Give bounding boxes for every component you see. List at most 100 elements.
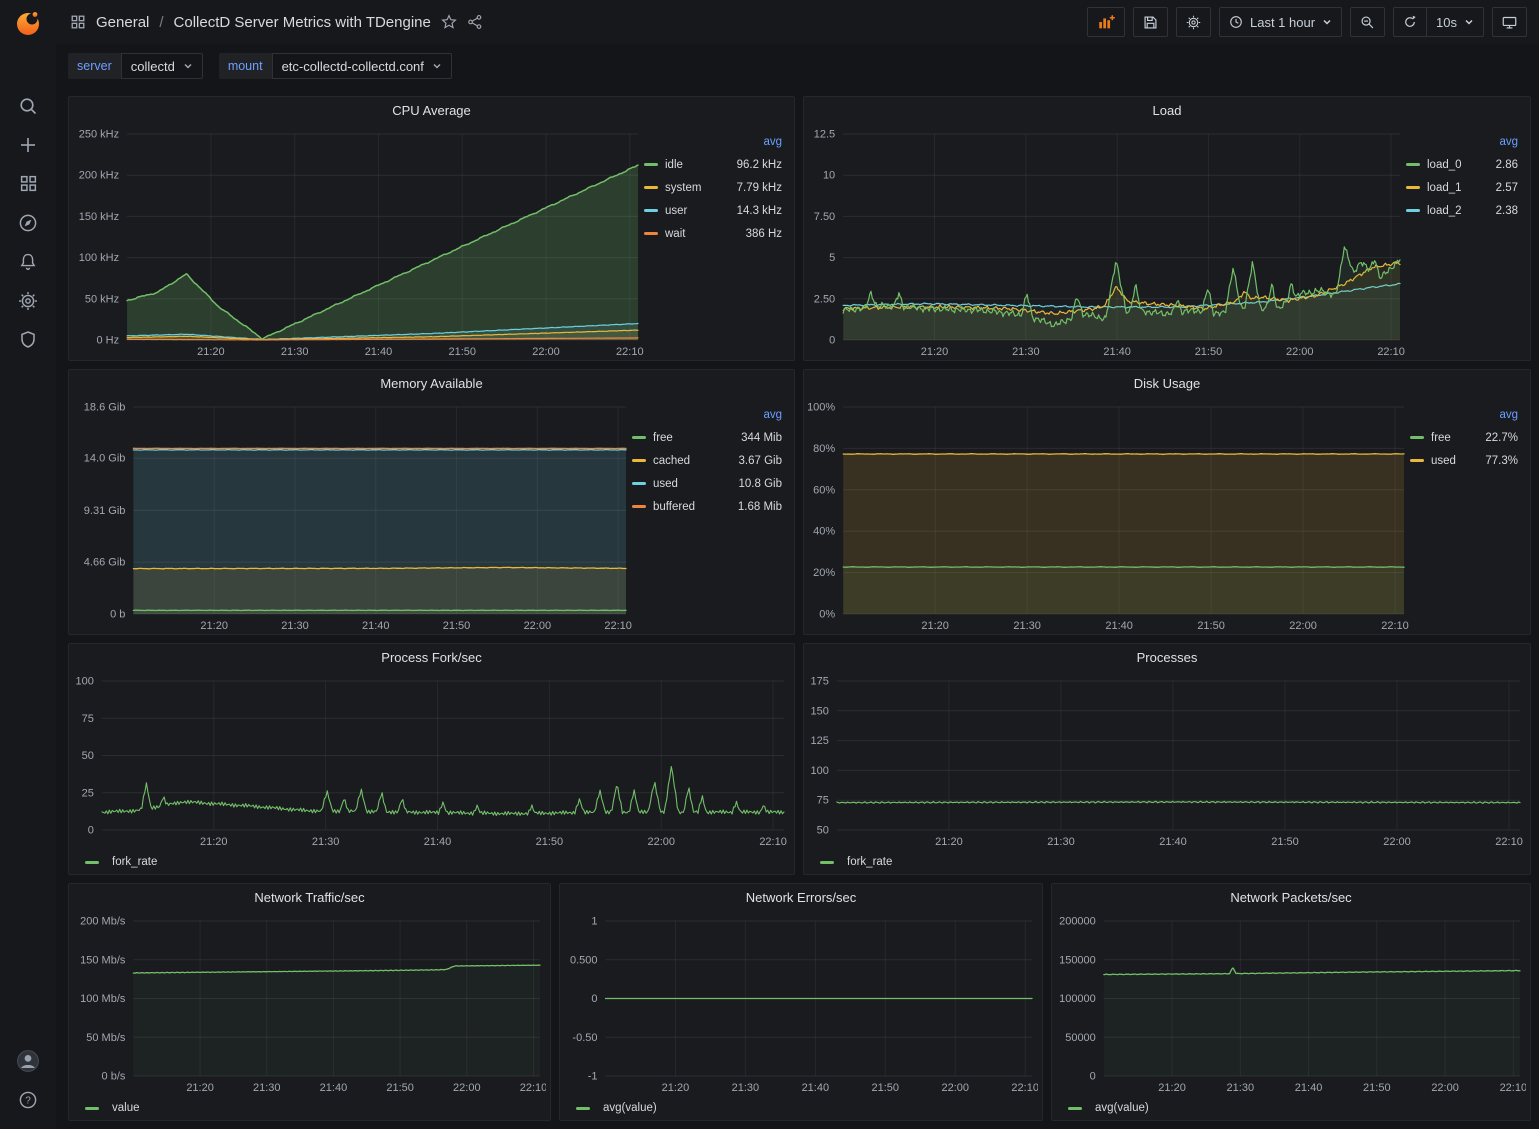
create-icon[interactable]: [0, 125, 56, 164]
y-tick-label: 50: [817, 825, 829, 837]
dashboard-grid: CPU Average 0 Hz50 kHz100 kHz150 kHz200 …: [56, 88, 1539, 1129]
chart-network-packets[interactable]: 05000010000015000020000021:2021:3021:402…: [1056, 911, 1526, 1096]
breadcrumb-folder[interactable]: General: [96, 14, 149, 31]
configuration-gear-icon[interactable]: [0, 281, 56, 320]
panel-title[interactable]: Disk Usage: [804, 370, 1530, 397]
legend-item-wait[interactable]: wait386 Hz: [644, 222, 782, 245]
legend-series-value: 3.67 Gib: [729, 455, 782, 467]
legend-series-name: value: [112, 1102, 140, 1114]
legend-item-cached[interactable]: cached3.67 Gib: [632, 449, 782, 472]
panel-network-traffic: Network Traffic/sec 0 b/s50 Mb/s100 Mb/s…: [68, 883, 551, 1121]
legend-item-value[interactable]: value: [85, 1102, 140, 1114]
panel-title[interactable]: Processes: [804, 644, 1530, 671]
grafana-logo[interactable]: [0, 0, 56, 46]
time-range-picker[interactable]: Last 1 hour: [1219, 7, 1342, 37]
legend-item-avg(value)[interactable]: avg(value): [576, 1102, 657, 1114]
chart-process-fork[interactable]: 025507510021:2021:3021:4021:5022:0022:10: [73, 671, 790, 850]
add-panel-button[interactable]: [1087, 7, 1125, 37]
search-icon[interactable]: [0, 86, 56, 125]
variable-mount-dropdown[interactable]: etc-collectd-collectd.conf: [272, 53, 452, 79]
variable-server-dropdown[interactable]: collectd: [121, 53, 203, 79]
legend-swatch: [644, 186, 658, 189]
legend-item-system[interactable]: system7.79 kHz: [644, 176, 782, 199]
legend-item-free[interactable]: free22.7%: [1410, 426, 1518, 449]
y-tick-label: 7.50: [814, 211, 835, 223]
caret-down-icon: [432, 61, 442, 71]
legend-item-used[interactable]: used10.8 Gib: [632, 472, 782, 495]
x-tick-label: 22:10: [604, 620, 632, 632]
y-tick-label: 0%: [819, 609, 835, 621]
legend-item-buffered[interactable]: buffered1.68 Mib: [632, 495, 782, 518]
refresh-button-group: 10s: [1393, 7, 1484, 37]
legend-item-fork_rate[interactable]: fork_rate: [820, 856, 892, 868]
series-area-value: [133, 965, 540, 1076]
chart-cpu-average[interactable]: 0 Hz50 kHz100 kHz150 kHz200 kHz250 kHz21…: [73, 124, 644, 360]
panel-title[interactable]: CPU Average: [69, 97, 794, 124]
legend-series-name: user: [665, 205, 687, 217]
share-icon[interactable]: [467, 14, 483, 30]
legend-item-free[interactable]: free344 Mib: [632, 426, 782, 449]
alerting-bell-icon[interactable]: [0, 242, 56, 281]
variable-mount-value: etc-collectd-collectd.conf: [282, 59, 424, 74]
panel-title[interactable]: Load: [804, 97, 1530, 124]
chart-network-traffic[interactable]: 0 b/s50 Mb/s100 Mb/s150 Mb/s200 Mb/s21:2…: [73, 911, 546, 1096]
legend-item-avg(value)[interactable]: avg(value): [1068, 1102, 1149, 1114]
chart-memory-available[interactable]: 0 b4.66 Gib9.31 Gib14.0 Gib18.6 Gib21:20…: [73, 397, 632, 634]
refresh-button[interactable]: [1393, 7, 1427, 37]
y-tick-label: 2.50: [814, 293, 835, 305]
x-tick-label: 21:40: [365, 346, 393, 358]
x-tick-label: 21:50: [536, 836, 564, 848]
panel-title[interactable]: Memory Available: [69, 370, 794, 397]
legend-network-traffic: value: [69, 1096, 550, 1120]
explore-icon[interactable]: [0, 203, 56, 242]
user-avatar[interactable]: [0, 1041, 56, 1080]
legend-swatch: [632, 459, 646, 462]
x-tick-label: 21:30: [281, 346, 309, 358]
x-tick-label: 22:10: [1495, 836, 1523, 848]
x-tick-label: 22:00: [1383, 836, 1411, 848]
legend-item-user[interactable]: user14.3 kHz: [644, 199, 782, 222]
server-admin-shield-icon[interactable]: [0, 320, 56, 359]
save-dashboard-button[interactable]: [1133, 7, 1168, 37]
legend-series-value: 22.7%: [1475, 432, 1518, 444]
panel-title[interactable]: Network Errors/sec: [560, 884, 1042, 911]
cycle-view-mode-button[interactable]: [1492, 7, 1527, 37]
panel-cpu-average: CPU Average 0 Hz50 kHz100 kHz150 kHz200 …: [68, 96, 795, 361]
chart-network-errors[interactable]: -1-0.5000.500121:2021:3021:4021:5022:002…: [564, 911, 1038, 1096]
legend-item-idle[interactable]: idle96.2 kHz: [644, 153, 782, 176]
dashboard-settings-button[interactable]: [1176, 7, 1211, 37]
x-tick-label: 21:50: [1195, 346, 1223, 358]
legend-series-name: used: [1431, 455, 1456, 467]
y-tick-label: 100: [76, 676, 94, 688]
legend-item-used[interactable]: used77.3%: [1410, 449, 1518, 472]
legend-swatch: [1406, 209, 1420, 212]
legend-item-load_0[interactable]: load_02.86: [1406, 153, 1518, 176]
y-tick-label: 100: [811, 765, 829, 777]
chart-load[interactable]: 02.5057.501012.521:2021:3021:4021:5022:0…: [808, 124, 1406, 360]
grafana-logo-icon: [13, 8, 43, 38]
chart-processes[interactable]: 507510012515017521:2021:3021:4021:5022:0…: [808, 671, 1526, 850]
legend-item-load_2[interactable]: load_22.38: [1406, 199, 1518, 222]
y-tick-label: 100 kHz: [79, 252, 119, 264]
apps-grid-icon[interactable]: [70, 14, 86, 30]
x-tick-label: 22:00: [1286, 346, 1314, 358]
legend-item-load_1[interactable]: load_12.57: [1406, 176, 1518, 199]
help-icon[interactable]: ?: [0, 1080, 56, 1119]
star-icon[interactable]: [441, 14, 457, 30]
refresh-interval-picker[interactable]: 10s: [1427, 7, 1484, 37]
y-tick-label: 14.0 Gib: [84, 453, 126, 465]
legend-item-fork_rate[interactable]: fork_rate: [85, 856, 157, 868]
avatar-icon: [16, 1049, 40, 1073]
panel-title[interactable]: Process Fork/sec: [69, 644, 794, 671]
zoom-out-button[interactable]: [1350, 7, 1385, 37]
panel-title[interactable]: Network Traffic/sec: [69, 884, 550, 911]
panel-title[interactable]: Network Packets/sec: [1052, 884, 1530, 911]
dashboard-title[interactable]: CollectD Server Metrics with TDengine: [174, 14, 431, 31]
dashboards-icon[interactable]: [0, 164, 56, 203]
y-tick-label: 0: [1090, 1071, 1096, 1083]
chart-svg: 02.5057.501012.521:2021:3021:4021:5022:0…: [808, 124, 1406, 360]
sidebar: ?: [0, 0, 56, 1129]
legend-swatch: [1410, 459, 1424, 462]
chart-disk-usage[interactable]: 0%20%40%60%80%100%21:2021:3021:4021:5022…: [808, 397, 1410, 634]
x-tick-label: 21:20: [200, 620, 228, 632]
